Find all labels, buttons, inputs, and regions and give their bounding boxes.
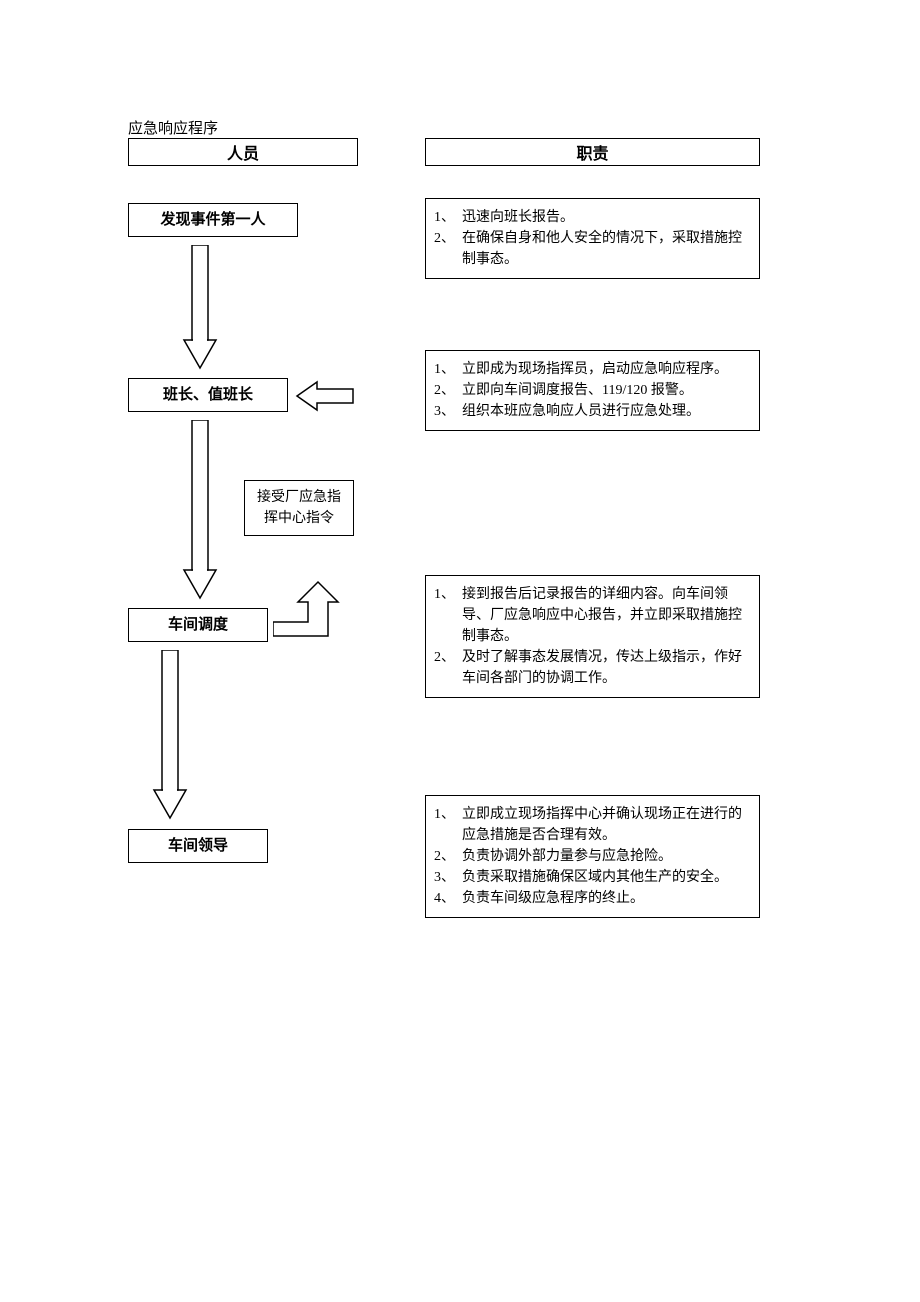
duty-leader: 1、立即成立现场指挥中心并确认现场正在进行的应急措施是否合理有效。 2、负责协调… <box>425 795 760 918</box>
duty-text: 负责协调外部力量参与应急抢险。 <box>462 846 749 867</box>
node-team-leader: 班长、值班长 <box>128 378 288 412</box>
duty-text: 立即成立现场指挥中心并确认现场正在进行的应急措施是否合理有效。 <box>462 804 749 846</box>
arrow-left-icon <box>295 378 355 414</box>
duty-text: 立即向车间调度报告、119/120 报警。 <box>462 380 749 401</box>
page-title: 应急响应程序 <box>128 117 218 138</box>
arrow-up-icon <box>273 580 343 640</box>
duty-text: 及时了解事态发展情况，传达上级指示，作好车间各部门的协调工作。 <box>462 647 749 689</box>
arrow-down-icon <box>180 420 220 600</box>
header-duties: 职责 <box>425 138 760 166</box>
node-workshop-leader: 车间领导 <box>128 829 268 863</box>
arrow-down-icon <box>150 650 190 820</box>
duty-text: 接到报告后记录报告的详细内容。向车间领导、厂应急响应中心报告，并立即采取措施控制… <box>462 584 749 647</box>
header-personnel: 人员 <box>128 138 358 166</box>
duty-dispatch: 1、接到报告后记录报告的详细内容。向车间领导、厂应急响应中心报告，并立即采取措施… <box>425 575 760 698</box>
duty-text: 迅速向班长报告。 <box>462 207 749 228</box>
duty-first-person: 1、迅速向班长报告。 2、在确保自身和他人安全的情况下，采取措施控制事态。 <box>425 198 760 279</box>
duty-team-leader: 1、立即成为现场指挥员，启动应急响应程序。 2、立即向车间调度报告、119/12… <box>425 350 760 431</box>
node-workshop-dispatch: 车间调度 <box>128 608 268 642</box>
node-first-person: 发现事件第一人 <box>128 203 298 237</box>
duty-text: 负责车间级应急程序的终止。 <box>462 888 749 909</box>
arrow-down-icon <box>180 245 220 370</box>
node-accept-command: 接受厂应急指挥中心指令 <box>244 480 354 536</box>
duty-text: 在确保自身和他人安全的情况下，采取措施控制事态。 <box>462 228 749 270</box>
duty-text: 组织本班应急响应人员进行应急处理。 <box>462 401 749 422</box>
duty-text: 立即成为现场指挥员，启动应急响应程序。 <box>462 359 749 380</box>
duty-text: 负责采取措施确保区域内其他生产的安全。 <box>462 867 749 888</box>
